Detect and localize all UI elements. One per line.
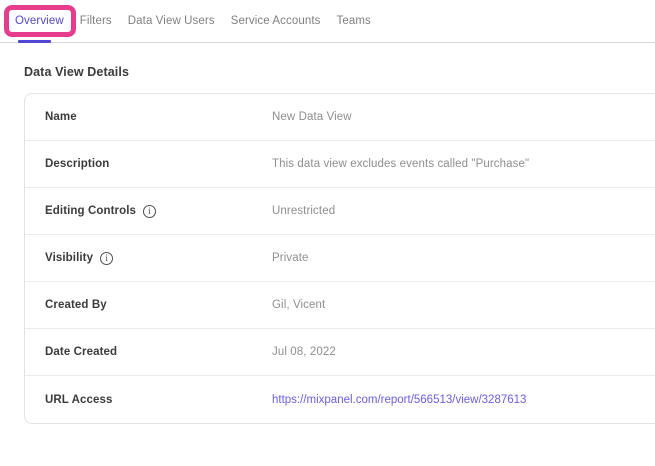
detail-label: Visibility xyxy=(45,252,93,264)
detail-row-editing-controls: Editing Controls i Unrestricted xyxy=(25,188,655,235)
detail-row-visibility: Visibility i Private xyxy=(25,235,655,282)
detail-value: New Data View xyxy=(272,111,352,123)
detail-label: Description xyxy=(45,158,109,170)
detail-row-date-created: Date Created Jul 08, 2022 xyxy=(25,329,655,376)
detail-label-cell: Date Created xyxy=(45,346,272,358)
url-access-link[interactable]: https://mixpanel.com/report/566513/view/… xyxy=(272,394,526,406)
active-tab-underline xyxy=(18,40,51,43)
detail-label: Date Created xyxy=(45,346,117,358)
tab-data-view-users[interactable]: Data View Users xyxy=(128,15,215,27)
detail-row-url-access: URL Access https://mixpanel.com/report/5… xyxy=(25,376,655,423)
tab-service-accounts[interactable]: Service Accounts xyxy=(231,15,321,27)
detail-label: Name xyxy=(45,111,77,123)
detail-value: Gil, Vicent xyxy=(272,299,325,311)
tab-filters[interactable]: Filters xyxy=(80,15,112,27)
detail-label-cell: Created By xyxy=(45,299,272,311)
detail-value: Unrestricted xyxy=(272,205,335,217)
detail-label-cell: Editing Controls i xyxy=(45,205,272,218)
detail-label: Editing Controls xyxy=(45,205,136,217)
detail-value: Jul 08, 2022 xyxy=(272,346,336,358)
detail-row-created-by: Created By Gil, Vicent xyxy=(25,282,655,329)
detail-label-cell: Visibility i xyxy=(45,252,272,265)
detail-label-cell: Name xyxy=(45,111,272,123)
detail-label: URL Access xyxy=(45,394,112,406)
detail-value: Private xyxy=(272,252,309,264)
tab-bar: Overview Filters Data View Users Service… xyxy=(0,0,655,43)
detail-label-cell: URL Access xyxy=(45,394,272,406)
detail-row-name: Name New Data View xyxy=(25,94,655,141)
detail-label-cell: Description xyxy=(45,158,272,170)
page-title: Data View Details xyxy=(24,65,655,79)
tab-teams[interactable]: Teams xyxy=(337,15,371,27)
info-icon[interactable]: i xyxy=(143,205,156,218)
info-icon[interactable]: i xyxy=(100,252,113,265)
detail-row-description: Description This data view excludes even… xyxy=(25,141,655,188)
detail-value: This data view excludes events called "P… xyxy=(272,158,529,170)
details-card: Name New Data View Description This data… xyxy=(24,93,655,424)
tab-overview[interactable]: Overview xyxy=(15,15,64,27)
detail-label: Created By xyxy=(45,299,107,311)
